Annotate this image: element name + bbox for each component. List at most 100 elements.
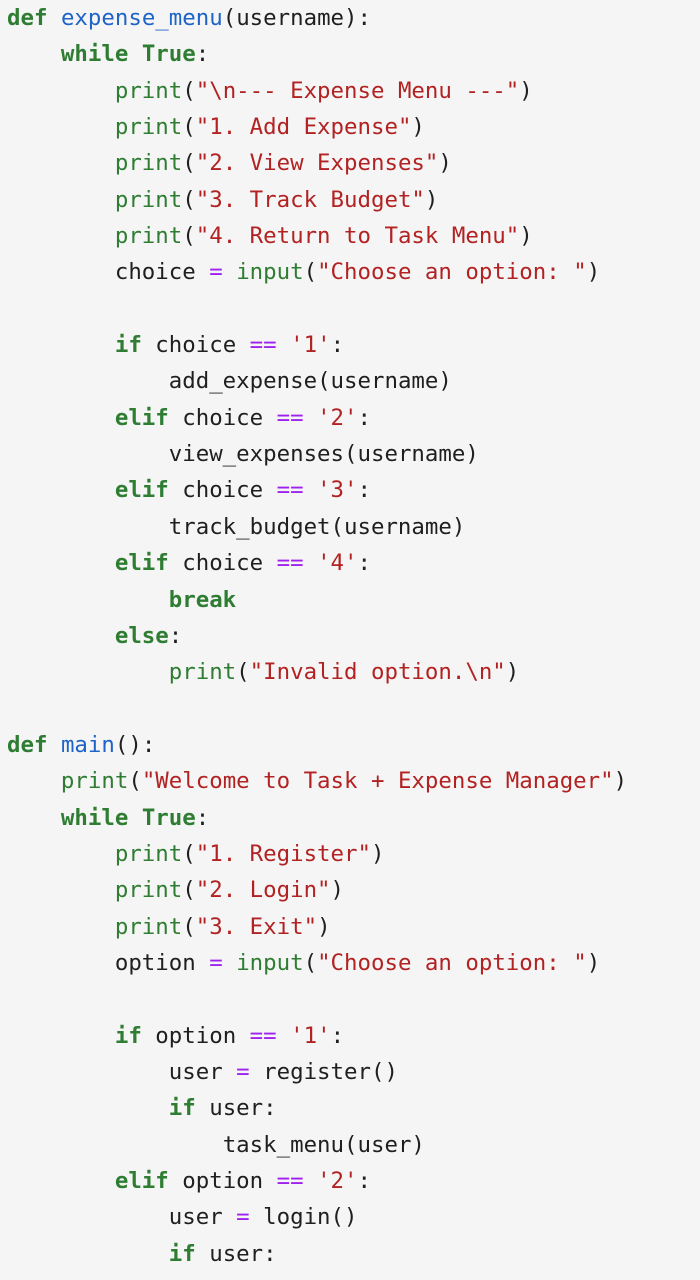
string-token: "Welcome to Task + Expense Manager" xyxy=(141,768,614,795)
builtin-token: print xyxy=(168,659,237,686)
string-token: '4' xyxy=(317,550,358,577)
code-line: print("2. Login") xyxy=(7,872,627,908)
string-token: '2' xyxy=(317,404,358,431)
identifier-token: view_expenses xyxy=(168,441,345,468)
keyword-token: elif xyxy=(114,550,169,577)
keyword-token: while xyxy=(60,41,129,68)
identifier-token: user xyxy=(357,1131,412,1158)
punctuation-token: ( xyxy=(182,840,196,867)
identifier-token: choice xyxy=(182,477,264,504)
punctuation-token xyxy=(304,477,317,503)
identifier-token: task_menu xyxy=(222,1131,345,1158)
punctuation-token xyxy=(277,332,290,358)
operator-token: = xyxy=(236,1058,250,1085)
identifier-token: username xyxy=(357,441,466,468)
keyword-token: if xyxy=(114,332,142,359)
punctuation-token: ( xyxy=(128,768,142,795)
punctuation-token: ) xyxy=(586,259,601,286)
identifier-token: track_budget xyxy=(168,513,331,540)
punctuation-token: : xyxy=(357,477,372,504)
punctuation-token xyxy=(263,550,276,576)
punctuation-token: () xyxy=(370,1058,398,1085)
code-line: print("4. Return to Task Menu") xyxy=(7,218,627,254)
code-line: print("Welcome to Task + Expense Manager… xyxy=(7,763,627,799)
punctuation-token: : xyxy=(263,1095,277,1122)
punctuation-token: ) xyxy=(438,368,452,395)
punctuation-token xyxy=(7,1023,115,1049)
punctuation-token xyxy=(7,550,115,576)
punctuation-token: ) xyxy=(424,186,439,213)
code-line: option = input("Choose an option: ") xyxy=(7,945,627,981)
punctuation-token xyxy=(196,1241,209,1267)
punctuation-token: : xyxy=(195,804,210,831)
identifier-token: user xyxy=(168,1058,223,1085)
identifier-token: add_expense xyxy=(168,368,318,395)
string-token: "Invalid option.\n" xyxy=(249,659,506,686)
keyword-token: elif xyxy=(114,477,169,504)
code-line: task_menu(user) xyxy=(7,1127,627,1163)
code-line: print("Invalid option.\n") xyxy=(7,654,627,690)
punctuation-token xyxy=(304,1168,317,1194)
operator-token: == xyxy=(249,332,277,359)
punctuation-token: ) xyxy=(411,1131,425,1158)
operator-token: == xyxy=(249,1022,277,1049)
string-token: "Choose an option: " xyxy=(317,259,587,286)
punctuation-token: ) xyxy=(451,513,466,540)
code-block[interactable]: def expense_menu(username): while True: … xyxy=(7,0,627,1272)
punctuation-token xyxy=(128,41,141,67)
string-token: '3' xyxy=(317,477,358,504)
code-line: elif option == '2': xyxy=(7,1163,627,1199)
code-line: track_budget(username) xyxy=(7,509,627,545)
string-token: "2. Login" xyxy=(195,877,331,904)
keyword-token: break xyxy=(168,586,237,613)
keyword-token: else xyxy=(114,622,169,649)
code-line: else: xyxy=(7,618,627,654)
punctuation-token xyxy=(277,1023,290,1049)
punctuation-token xyxy=(7,768,61,794)
punctuation-token: ): xyxy=(344,5,371,31)
function-name-token: main xyxy=(60,731,115,758)
builtin-token: print xyxy=(114,913,183,940)
code-line: user = register() xyxy=(7,1054,627,1090)
punctuation-token xyxy=(304,405,317,431)
keyword-token: if xyxy=(168,1095,196,1122)
operator-token: == xyxy=(276,1168,304,1194)
punctuation-token: ( xyxy=(182,223,196,250)
code-line: while True: xyxy=(7,36,627,72)
operator-token: == xyxy=(276,404,304,431)
punctuation-token xyxy=(7,659,169,685)
punctuation-token xyxy=(223,259,236,285)
code-line: print("1. Add Expense") xyxy=(7,109,627,145)
punctuation-token xyxy=(7,950,115,976)
punctuation-token: : xyxy=(330,332,345,359)
identifier-token: user xyxy=(168,1204,223,1231)
punctuation-token xyxy=(7,441,169,467)
punctuation-token xyxy=(7,259,115,285)
builtin-token: print xyxy=(114,877,183,904)
code-cell[interactable]: def expense_menu(username): while True: … xyxy=(0,0,700,1280)
keyword-token: def xyxy=(7,5,48,31)
punctuation-token: : xyxy=(357,404,372,431)
operator-token: = xyxy=(209,259,223,286)
punctuation-token xyxy=(250,1059,263,1085)
keyword-token: True xyxy=(141,804,196,831)
code-line: print("\n--- Expense Menu ---") xyxy=(7,73,627,109)
punctuation-token xyxy=(7,405,115,431)
punctuation-token xyxy=(7,1168,115,1194)
punctuation-token: ( xyxy=(182,150,196,177)
punctuation-token: ( xyxy=(344,441,358,468)
punctuation-token xyxy=(169,1168,182,1194)
string-token: "1. Register" xyxy=(195,840,371,867)
punctuation-token xyxy=(236,332,249,358)
identifier-token: option xyxy=(182,1168,264,1194)
punctuation-token xyxy=(7,587,169,613)
punctuation-token xyxy=(250,1204,263,1230)
string-token: "3. Exit" xyxy=(195,913,318,940)
punctuation-token: ( xyxy=(303,949,318,976)
builtin-token: print xyxy=(60,768,129,795)
builtin-token: print xyxy=(114,77,183,104)
punctuation-token: ( xyxy=(303,259,318,286)
punctuation-token xyxy=(7,368,169,394)
code-line: if user: xyxy=(7,1090,627,1126)
operator-token: = xyxy=(236,1204,250,1231)
